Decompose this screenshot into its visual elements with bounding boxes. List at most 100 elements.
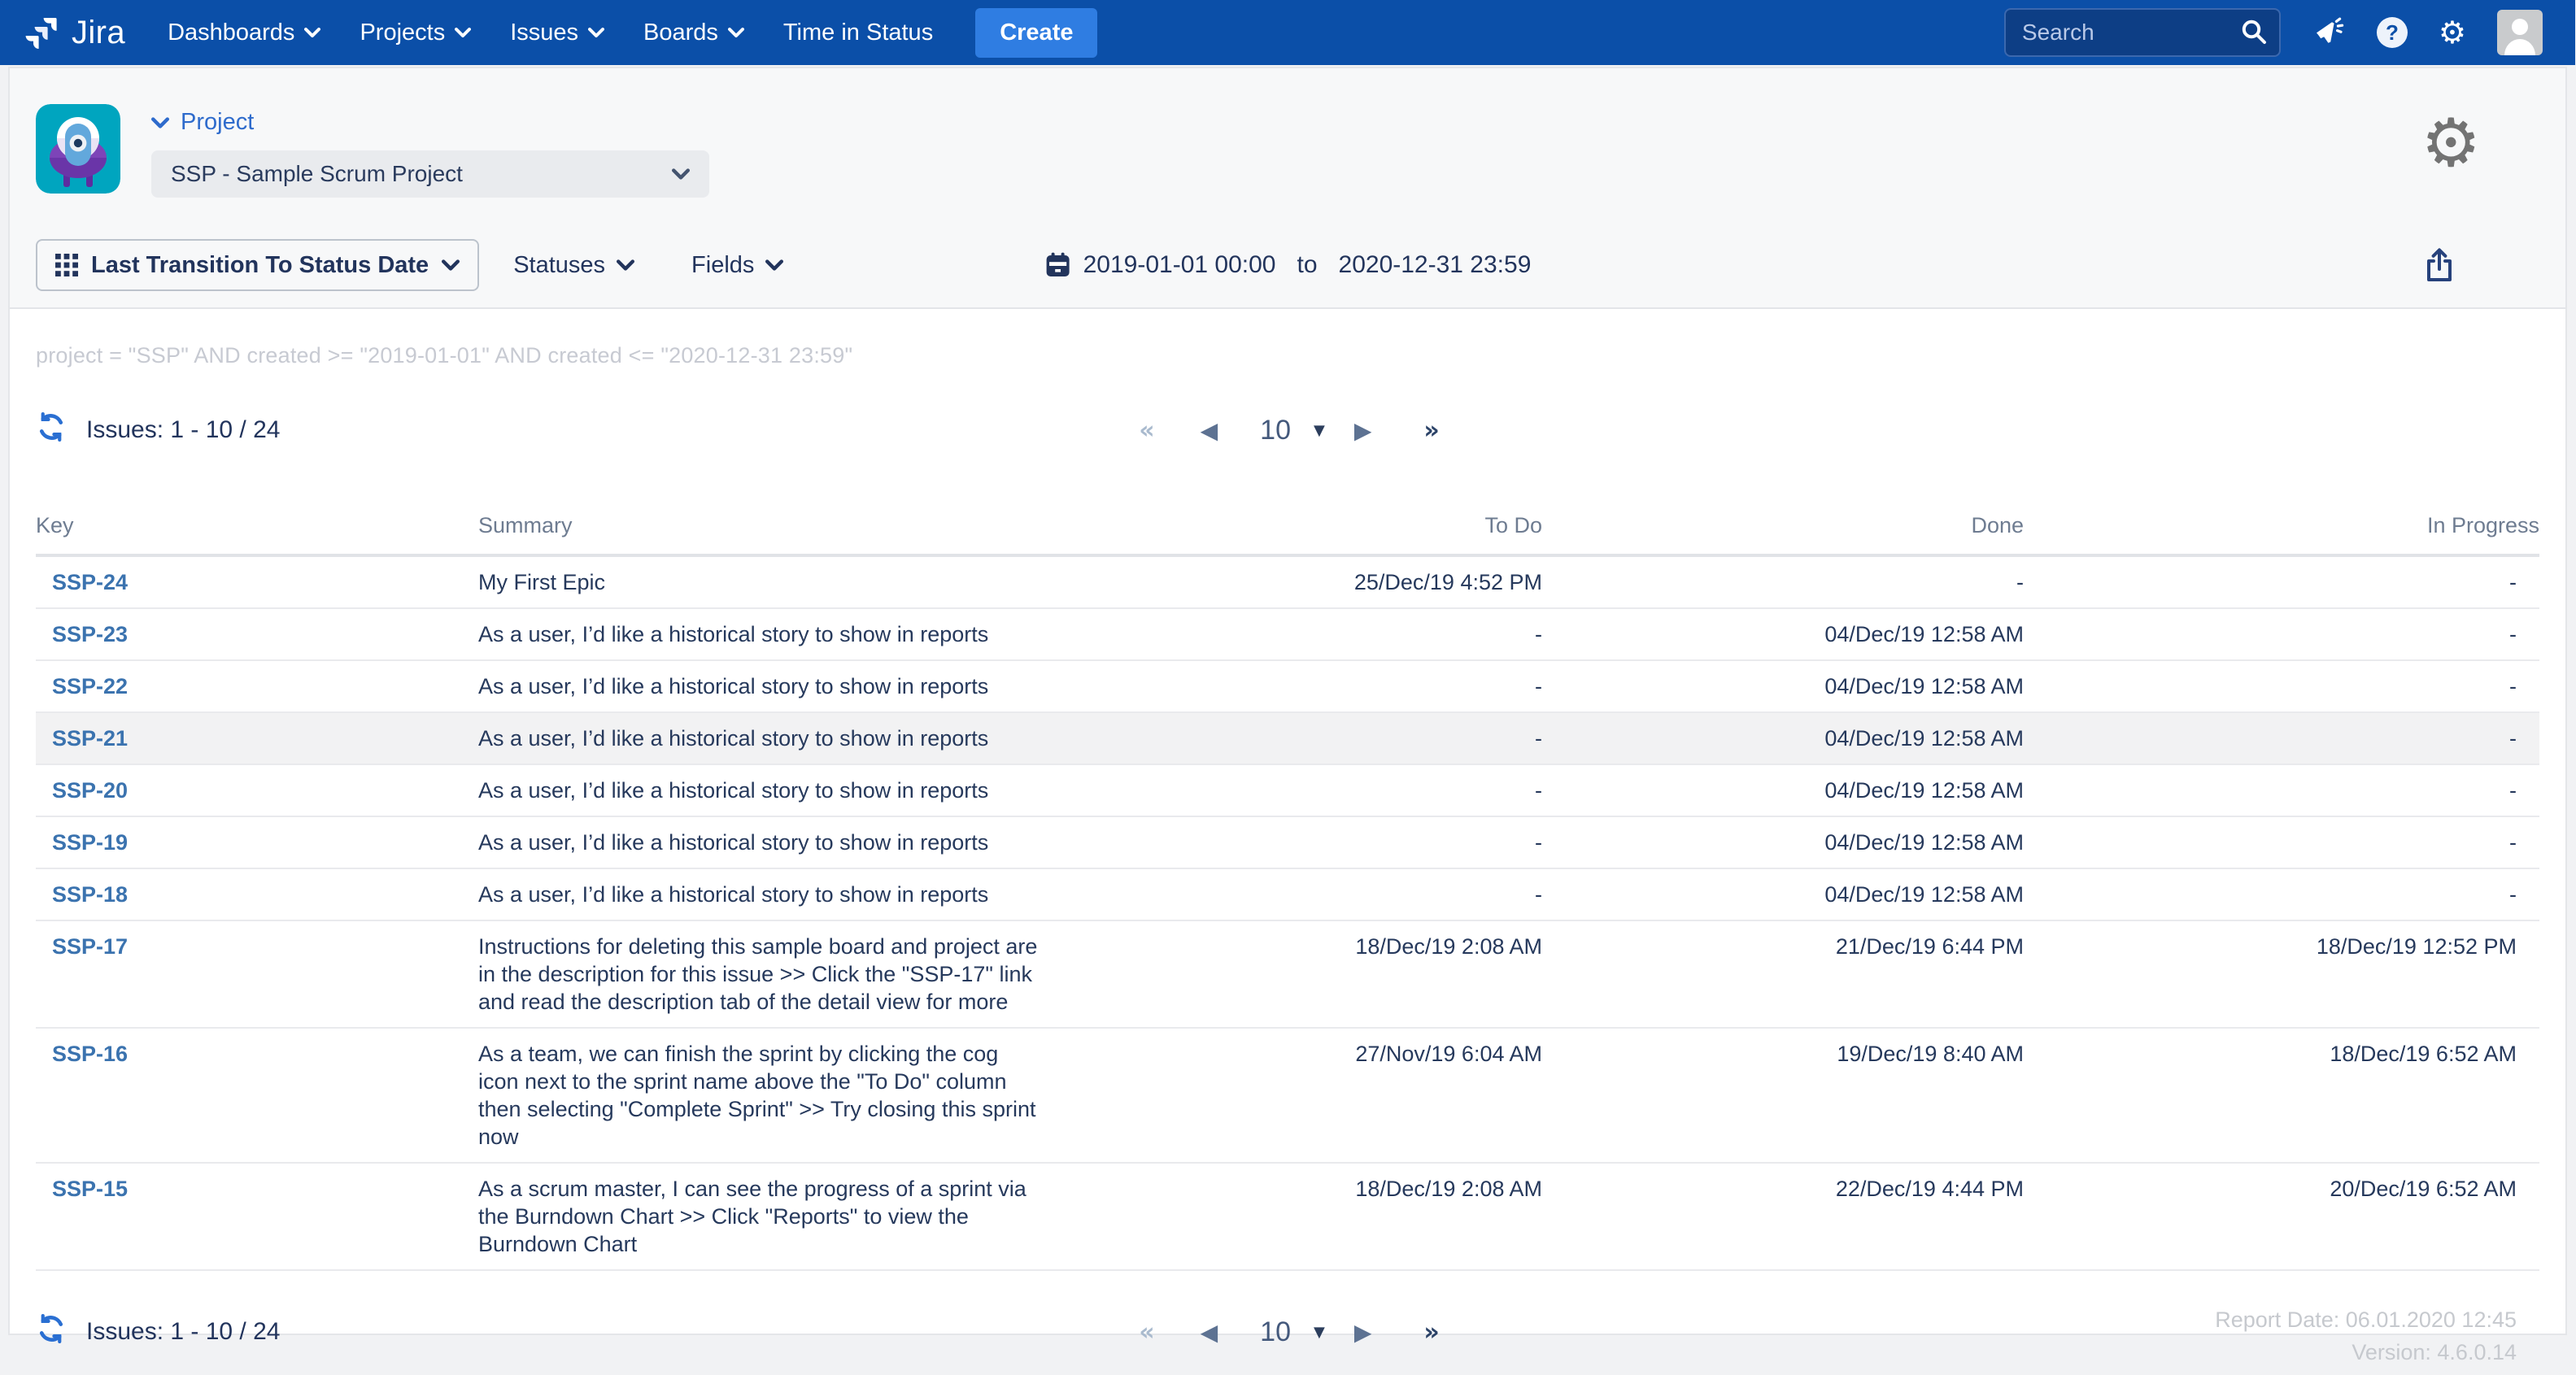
col-summary: Summary — [478, 498, 1057, 554]
table-row[interactable]: SSP-17 Instructions for deleting this sa… — [36, 921, 2539, 1029]
project-avatar — [36, 104, 120, 200]
issue-key-link[interactable]: SSP-20 — [52, 778, 128, 803]
nav-item-boards[interactable]: Boards — [643, 20, 744, 46]
page-size-select[interactable]: 10 ▼ — [1260, 1316, 1325, 1348]
next-page-button[interactable]: ▶ — [1354, 417, 1372, 444]
fields-dropdown[interactable]: Fields — [691, 252, 783, 279]
report-body: project = "SSP" AND created >= "2019-01-… — [10, 309, 2565, 1375]
search-input[interactable] — [2004, 8, 2281, 57]
nav-item-projects[interactable]: Projects — [360, 20, 471, 46]
todo-cell: 18/Dec/19 2:08 AM — [1057, 1164, 1542, 1269]
table-row[interactable]: SSP-22 As a user, I’d like a historical … — [36, 661, 2539, 713]
project-select[interactable]: SSP - Sample Scrum Project — [151, 150, 709, 198]
chevron-down-icon — [304, 28, 320, 37]
summary-cell: As a user, I’d like a historical story t… — [478, 661, 1057, 711]
issues-table: Key Summary To Do Done In Progress SSP-2… — [36, 498, 2539, 1271]
user-avatar[interactable] — [2497, 10, 2543, 55]
issue-key-link[interactable]: SSP-22 — [52, 674, 128, 698]
summary-cell: As a user, I’d like a historical story t… — [478, 713, 1057, 764]
summary-cell: As a user, I’d like a historical story t… — [478, 609, 1057, 659]
done-cell: 04/Dec/19 12:58 AM — [1542, 817, 2024, 868]
inprogress-cell: - — [2024, 713, 2539, 764]
help-icon[interactable]: ? — [2377, 17, 2408, 48]
summary-cell: My First Epic — [478, 557, 1057, 607]
todo-cell: 25/Dec/19 4:52 PM — [1057, 557, 1542, 607]
next-page-button[interactable]: ▶ — [1354, 1319, 1372, 1346]
issue-key-link[interactable]: SSP-16 — [52, 1042, 128, 1066]
refresh-icon[interactable] — [36, 411, 67, 449]
settings-gear-icon[interactable]: ⚙ — [2421, 111, 2481, 177]
prev-page-button[interactable]: ◀ — [1201, 1319, 1218, 1346]
gear-icon[interactable]: ⚙ — [2439, 17, 2466, 48]
table-row[interactable]: SSP-21 As a user, I’d like a historical … — [36, 713, 2539, 765]
page-size-select[interactable]: 10 ▼ — [1260, 415, 1325, 446]
jira-brand-text: Jira — [72, 15, 125, 51]
table-row[interactable]: SSP-15 As a scrum master, I can see the … — [36, 1164, 2539, 1271]
inprogress-cell: 20/Dec/19 6:52 AM — [2024, 1164, 2539, 1269]
nav-item-issues[interactable]: Issues — [510, 20, 604, 46]
bottom-bar: Issues: 1 - 10 / 24 « ◀ 10 ▼ ▶ » Report … — [36, 1300, 2539, 1375]
nav-item-dashboards[interactable]: Dashboards — [168, 20, 320, 46]
top-nav: Jira Dashboards Projects Issues Boards T… — [0, 0, 2575, 65]
inprogress-cell: - — [2024, 817, 2539, 868]
report-header: Project SSP - Sample Scrum Project ⚙ Las… — [10, 68, 2565, 309]
todo-cell: - — [1057, 661, 1542, 711]
issue-key-link[interactable]: SSP-17 — [52, 934, 128, 959]
table-row[interactable]: SSP-23 As a user, I’d like a historical … — [36, 609, 2539, 661]
todo-cell: - — [1057, 713, 1542, 764]
table-row[interactable]: SSP-20 As a user, I’d like a historical … — [36, 765, 2539, 817]
calendar-icon — [1044, 251, 1072, 279]
chevron-down-icon — [455, 28, 471, 37]
todo-cell: - — [1057, 817, 1542, 868]
date-range-picker[interactable]: 2019-01-01 00:00 to 2020-12-31 23:59 — [1044, 251, 1532, 279]
table-row[interactable]: SSP-19 As a user, I’d like a historical … — [36, 817, 2539, 869]
first-page-button[interactable]: « — [1139, 416, 1151, 445]
report-meta: Report Date: 06.01.2020 12:45 Version: 4… — [2215, 1303, 2517, 1368]
pagination-bottom: « ◀ 10 ▼ ▶ » — [1139, 1316, 1436, 1348]
search-icon[interactable] — [2240, 18, 2268, 52]
issue-key-link[interactable]: SSP-23 — [52, 622, 128, 646]
issue-key-link[interactable]: SSP-19 — [52, 830, 128, 855]
summary-cell: As a user, I’d like a historical story t… — [478, 765, 1057, 816]
date-from: 2019-01-01 00:00 — [1083, 251, 1276, 279]
inprogress-cell: - — [2024, 609, 2539, 659]
project-section-toggle[interactable]: Project — [151, 104, 709, 136]
nav-item-time-in-status[interactable]: Time in Status — [783, 20, 933, 46]
issue-key-link[interactable]: SSP-15 — [52, 1177, 128, 1201]
chevron-down-icon — [728, 28, 744, 37]
col-done: Done — [1542, 498, 2024, 554]
table-row[interactable]: SSP-24 My First Epic 25/Dec/19 4:52 PM -… — [36, 557, 2539, 609]
jira-logo[interactable]: Jira — [23, 13, 125, 52]
chevron-down-icon — [151, 117, 169, 128]
report-date: Report Date: 06.01.2020 12:45 — [2215, 1303, 2517, 1336]
jira-logo-icon — [23, 13, 62, 52]
issue-key-link[interactable]: SSP-18 — [52, 882, 128, 907]
prev-page-button[interactable]: ◀ — [1201, 417, 1218, 444]
group-by-button[interactable]: Last Transition To Status Date — [36, 239, 479, 291]
issues-count: Issues: 1 - 10 / 24 — [86, 1318, 280, 1346]
issue-key-link[interactable]: SSP-24 — [52, 570, 128, 594]
refresh-icon[interactable] — [36, 1313, 67, 1351]
table-row[interactable]: SSP-18 As a user, I’d like a historical … — [36, 869, 2539, 921]
issues-table-body: SSP-24 My First Epic 25/Dec/19 4:52 PM -… — [36, 557, 2539, 1271]
date-to: 2020-12-31 23:59 — [1339, 251, 1532, 279]
last-page-button[interactable]: » — [1423, 416, 1436, 445]
issues-count: Issues: 1 - 10 / 24 — [86, 416, 280, 444]
grid-icon — [55, 254, 78, 276]
statuses-dropdown[interactable]: Statuses — [513, 252, 634, 279]
issue-key-link[interactable]: SSP-21 — [52, 726, 128, 751]
megaphone-icon[interactable] — [2312, 16, 2346, 49]
table-row[interactable]: SSP-16 As a team, we can finish the spri… — [36, 1029, 2539, 1164]
col-key: Key — [36, 498, 478, 554]
todo-cell: - — [1057, 869, 1542, 920]
chevron-down-icon — [617, 259, 634, 271]
done-cell: 04/Dec/19 12:58 AM — [1542, 765, 2024, 816]
first-page-button[interactable]: « — [1139, 1318, 1151, 1347]
report-panel: Project SSP - Sample Scrum Project ⚙ Las… — [8, 67, 2567, 1335]
report-version: Version: 4.6.0.14 — [2215, 1336, 2517, 1368]
chevron-down-icon — [588, 28, 604, 37]
done-cell: 04/Dec/19 12:58 AM — [1542, 713, 2024, 764]
create-button[interactable]: Create — [975, 8, 1097, 58]
export-icon[interactable] — [2424, 247, 2455, 289]
last-page-button[interactable]: » — [1423, 1318, 1436, 1347]
